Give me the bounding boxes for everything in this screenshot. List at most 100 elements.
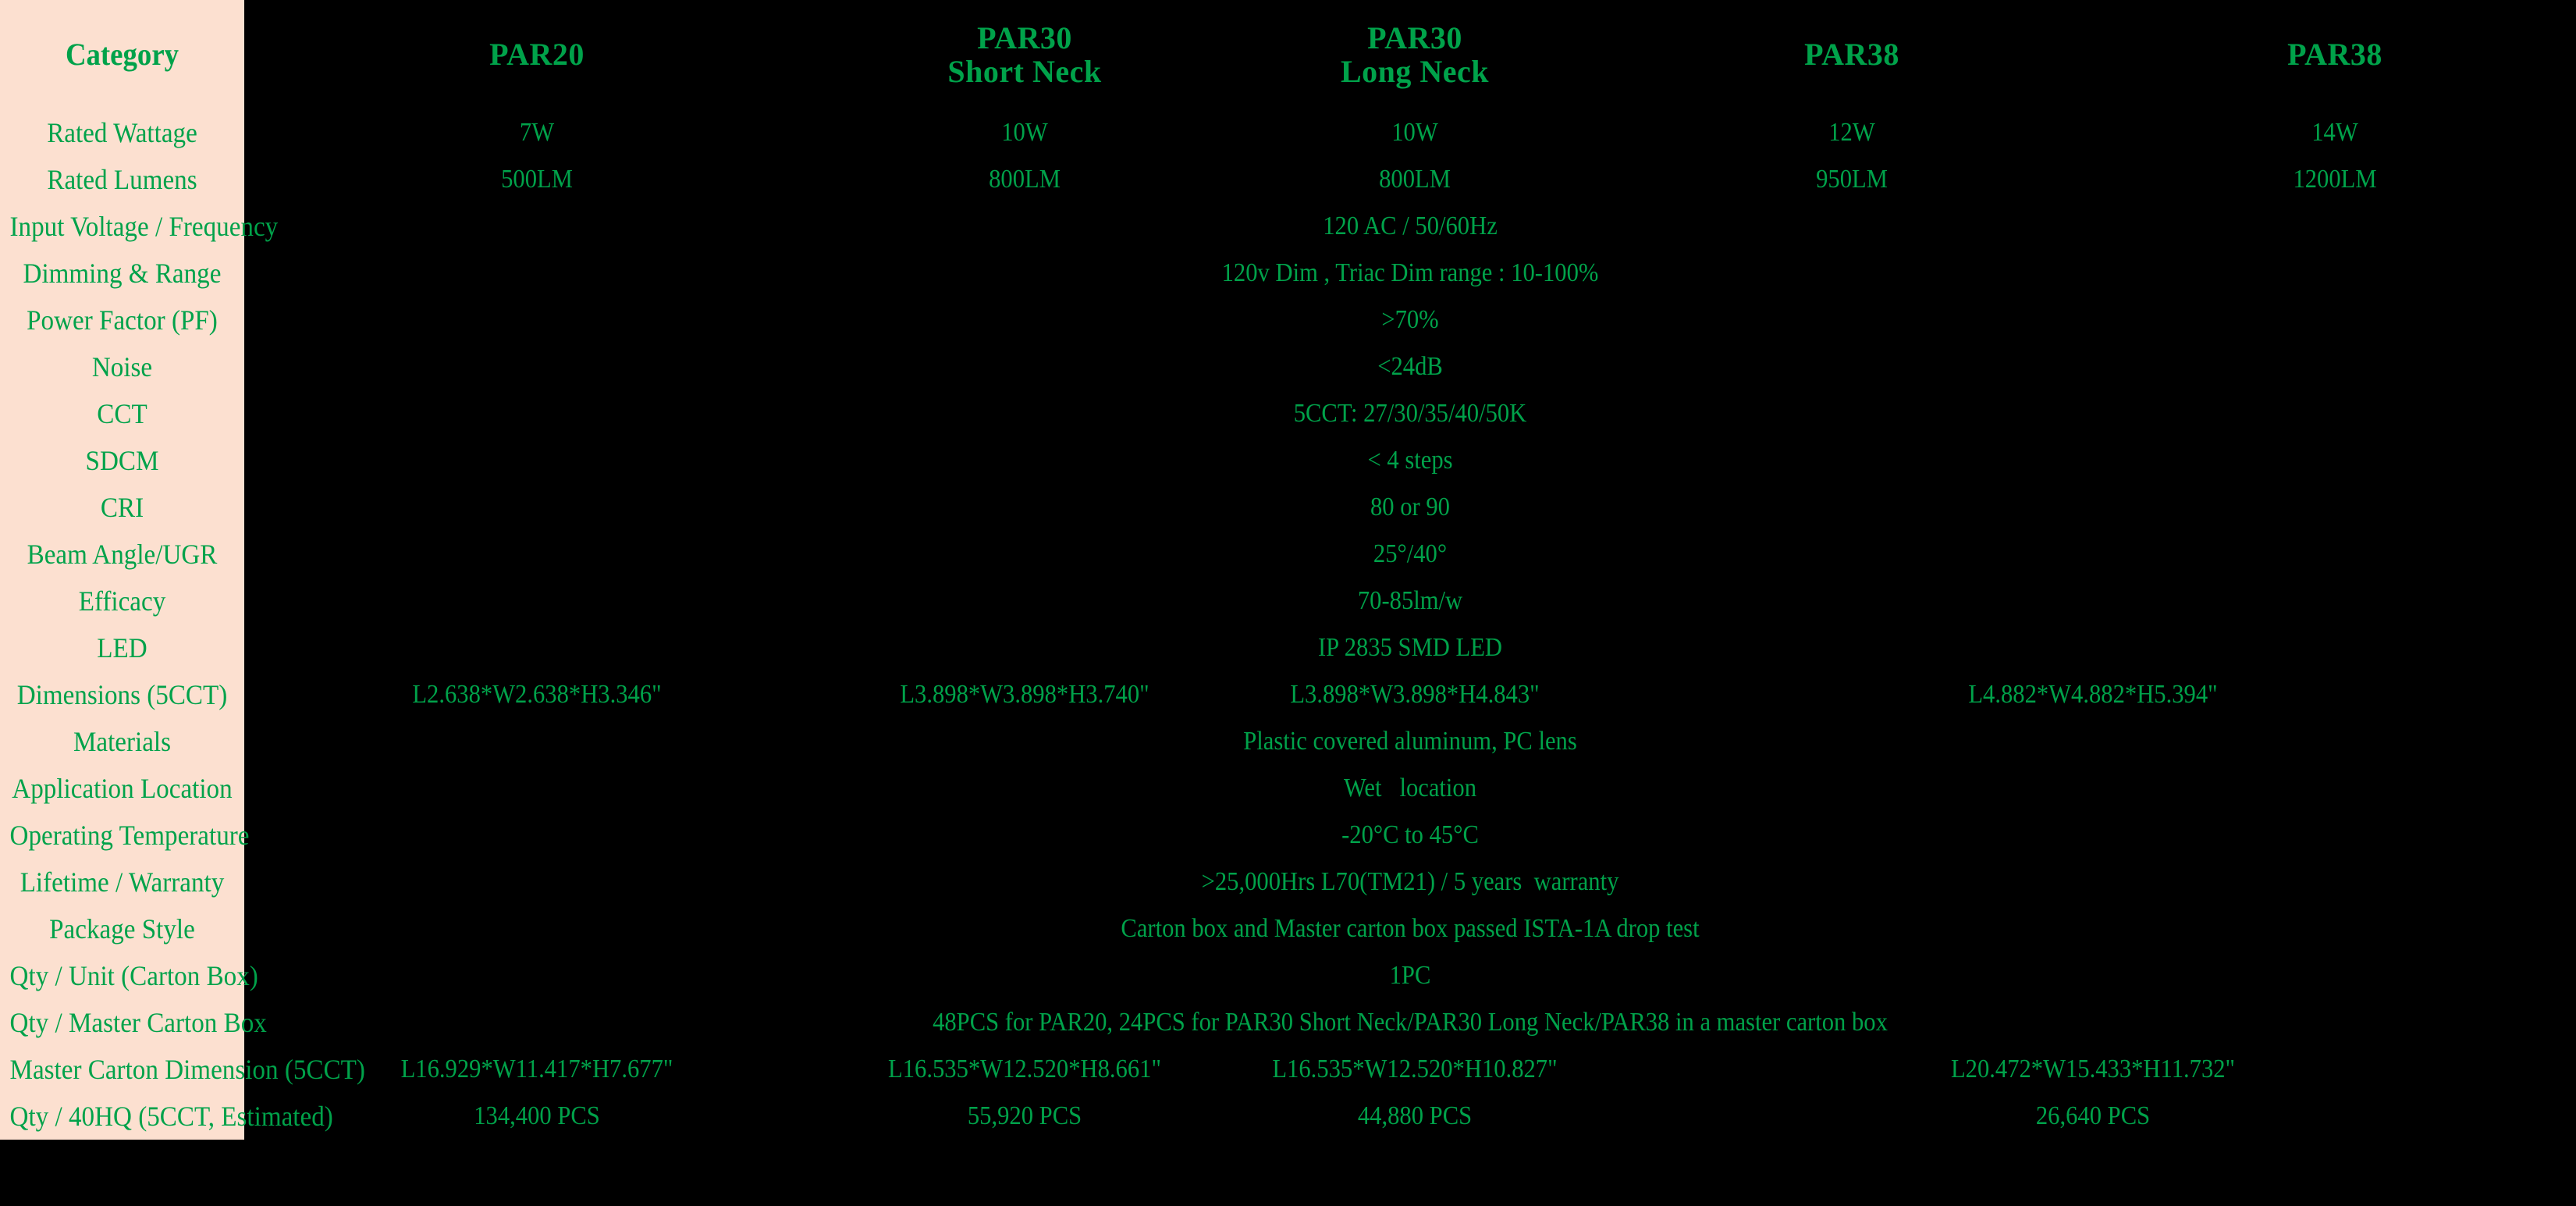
cell-value-merged: <24dB — [244, 343, 2576, 390]
row-label-1: Rated Lumens — [0, 156, 244, 203]
cell-value: 7W — [244, 109, 830, 156]
table-row: Dimming & Range 120v Dim , Triac Dim rang… — [0, 250, 2576, 297]
table-row: Power Factor (PF) >70% — [0, 297, 2576, 343]
table-row: Operating Temperature -20°C to 45°C — [0, 812, 2576, 859]
cell-text: 800LM — [989, 165, 1061, 194]
cell-text: L20.472*W15.433*H11.732" — [1950, 1055, 2236, 1083]
cell-value-merged: 1PC — [244, 952, 2576, 999]
cell-text: 1PC — [1389, 961, 1431, 990]
cell-text: 5CCT: 27/30/35/40/50K — [1293, 399, 1527, 428]
table-row: LED IP 2835 SMD LED — [0, 624, 2576, 671]
row-label-4: Power Factor (PF) — [0, 297, 244, 343]
table-row: Beam Angle/UGR 25°/40° — [0, 531, 2576, 578]
table-row: Lifetime / Warranty >25,000Hrs L70(TM21) … — [0, 859, 2576, 905]
cell-text: L3.898*W3.898*H4.843" — [1290, 680, 1540, 709]
row-label-9: Beam Angle/UGR — [0, 531, 244, 578]
cell-text: 10W — [1391, 118, 1438, 147]
row-label-13: Materials — [0, 718, 244, 765]
row-label-text: Qty / Unit (Carton Box) — [9, 960, 258, 991]
cell-value: 14W — [2094, 109, 2576, 156]
cell-text: 1200LM — [2293, 165, 2377, 194]
cell-text: 120 AC / 50/60Hz — [1323, 212, 1498, 240]
column-header-1: PAR20 — [244, 0, 830, 109]
column-header-line1: PAR20 — [489, 37, 584, 73]
cell-text: -20°C to 45°C — [1341, 820, 1479, 849]
cell-text: <24dB — [1377, 352, 1443, 381]
row-label-5: Noise — [0, 343, 244, 390]
row-label-20: Master Carton Dimension (5CCT) — [0, 1046, 365, 1093]
table-header-row: Category PAR20 PAR30 Short Neck PAR30 Long Ne… — [0, 0, 2576, 109]
cell-value: L16.535*W12.520*H8.661" — [830, 1046, 1220, 1093]
cell-value: 44,880 PCS — [1220, 1093, 1610, 1140]
cell-text: L3.898*W3.898*H3.740" — [900, 680, 1149, 709]
cell-value-merged: Wet location — [244, 765, 2576, 812]
row-label-text: Materials — [73, 726, 172, 757]
row-label-text: Noise — [91, 351, 153, 382]
row-label-text: Rated Wattage — [47, 117, 197, 148]
row-label-19: Qty / Master Carton Box — [0, 999, 267, 1046]
column-header-category: Category — [0, 0, 244, 109]
table-row: Rated Wattage 7W 10W 10W 12W 14W — [0, 109, 2576, 156]
cell-text: L2.638*W2.638*H3.346" — [412, 680, 662, 709]
cell-text: 55,920 PCS — [967, 1101, 1082, 1130]
cell-value: 10W — [1220, 109, 1610, 156]
cell-text: 48PCS for PAR20, 24PCS for PAR30 Short N… — [933, 1008, 1888, 1037]
row-label-3: Dimming & Range — [0, 250, 244, 297]
row-label-7: SDCM — [0, 437, 244, 484]
row-label-text: Operating Temperature — [9, 820, 250, 851]
cell-value-merged: 25°/40° — [244, 531, 2576, 578]
cell-text: >70% — [1381, 305, 1439, 334]
cell-value: 800LM — [830, 156, 1220, 203]
cell-value: L3.898*W3.898*H4.843" — [1220, 671, 1610, 718]
cell-value: L2.638*W2.638*H3.346" — [244, 671, 830, 718]
row-label-text: Dimming & Range — [23, 258, 222, 289]
cell-value-merged: 80 or 90 — [244, 484, 2576, 531]
row-label-0: Rated Wattage — [0, 109, 244, 156]
cell-value-merged: IP 2835 SMD LED — [244, 624, 2576, 671]
cell-text: 7W — [519, 118, 555, 147]
cell-text: 25°/40° — [1373, 539, 1448, 568]
cell-value-merged: 48PCS for PAR20, 24PCS for PAR30 Short N… — [244, 999, 2576, 1046]
cell-value: 1200LM — [2094, 156, 2576, 203]
column-header-line2: Long Neck — [1340, 54, 1490, 89]
row-label-6: CCT — [0, 390, 244, 437]
table-row: Input Voltage / Frequency 120 AC / 50/60H… — [0, 203, 2576, 250]
table-row: Master Carton Dimension (5CCT) L16.929*W1… — [0, 1046, 2576, 1093]
row-label-14: Application Location — [0, 765, 244, 812]
cell-value: 26,640 PCS — [1610, 1093, 2576, 1140]
row-label-text: SDCM — [85, 445, 159, 476]
cell-text: 26,640 PCS — [2035, 1101, 2151, 1130]
cell-value-merged: >25,000Hrs L70(TM21) / 5 years warranty — [244, 859, 2576, 905]
row-label-text: Package Style — [49, 913, 195, 945]
row-label-text: Input Voltage / Frequency — [9, 211, 279, 242]
table-row: Package Style Carton box and Master carto… — [0, 905, 2576, 952]
cell-text: >25,000Hrs L70(TM21) / 5 years warranty — [1201, 867, 1619, 896]
cell-text: L16.535*W12.520*H10.827" — [1272, 1055, 1558, 1083]
row-label-text: Beam Angle/UGR — [27, 539, 218, 570]
row-label-text: Qty / 40HQ (5CCT, Estimated) — [9, 1101, 333, 1132]
cell-text: Wet location — [1343, 774, 1477, 802]
row-label-18: Qty / Unit (Carton Box) — [0, 952, 258, 999]
cell-value: 10W — [830, 109, 1220, 156]
row-label-text: LED — [97, 632, 147, 663]
cell-text: 14W — [2311, 118, 2358, 147]
cell-text: 12W — [1828, 118, 1875, 147]
table-row: CCT 5CCT: 27/30/35/40/50K — [0, 390, 2576, 437]
column-header-line1: PAR30 — [977, 20, 1072, 55]
column-header-line1: PAR38 — [1804, 37, 1899, 73]
cell-text: 800LM — [1379, 165, 1451, 194]
cell-value: L4.882*W4.882*H5.394" — [1610, 671, 2576, 718]
cell-text: Carton box and Master carton box passed … — [1121, 914, 1700, 943]
cell-value-merged: < 4 steps — [244, 437, 2576, 484]
column-header-line1: PAR38 — [2287, 37, 2382, 73]
cell-value-merged: Carton box and Master carton box passed … — [244, 905, 2576, 952]
table-row: Noise <24dB — [0, 343, 2576, 390]
table-row: Dimensions (5CCT) L2.638*W2.638*H3.346" L3… — [0, 671, 2576, 718]
row-label-2: Input Voltage / Frequency — [0, 203, 279, 250]
table-row: CRI 80 or 90 — [0, 484, 2576, 531]
cell-text: IP 2835 SMD LED — [1317, 633, 1503, 662]
product-spec-table: Category PAR20 PAR30 Short Neck PAR30 Long Ne… — [0, 0, 2576, 1140]
table-row: SDCM < 4 steps — [0, 437, 2576, 484]
cell-value: L20.472*W15.433*H11.732" — [1610, 1046, 2576, 1093]
cell-text: 120v Dim , Triac Dim range : 10-100% — [1221, 258, 1599, 287]
